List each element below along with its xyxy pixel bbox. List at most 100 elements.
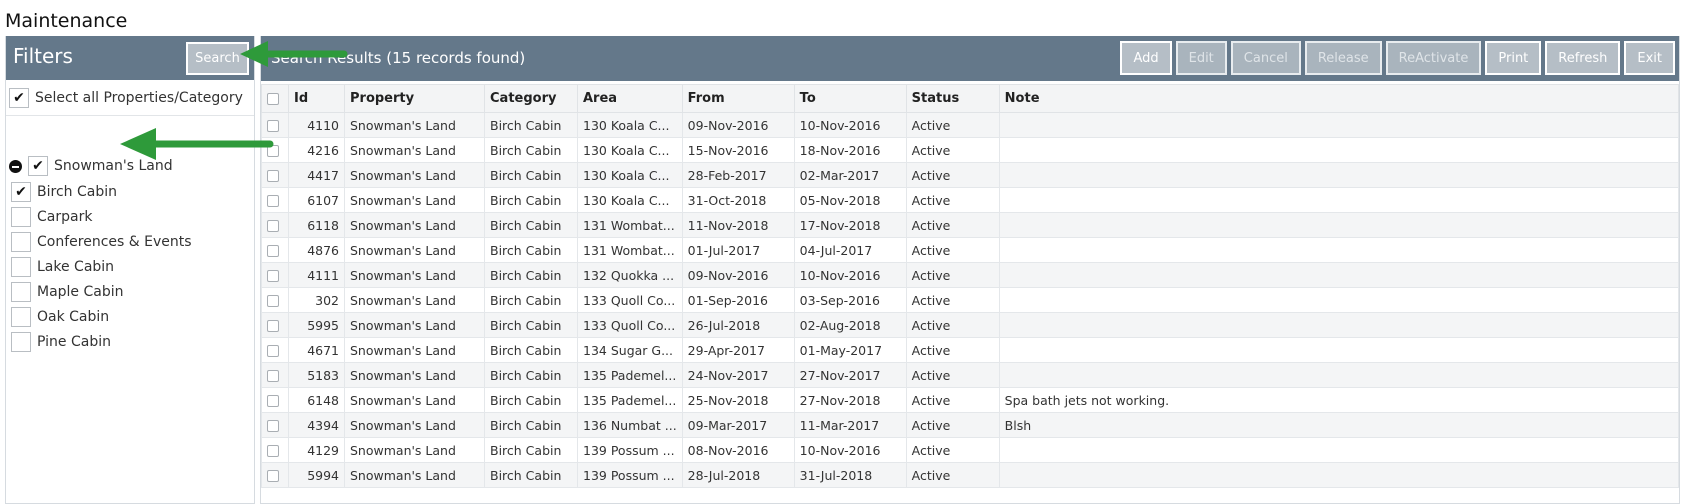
- table-row[interactable]: 5183 Snowman's Land Birch Cabin 135 Pademel…: [261, 362, 1680, 388]
- cell-id: 6148: [288, 387, 345, 413]
- tree-root-snowmans-land[interactable]: ✔ Snowman's Land: [9, 154, 173, 178]
- collapse-icon[interactable]: [9, 159, 22, 173]
- column-header-to[interactable]: To: [793, 84, 907, 113]
- column-header-property[interactable]: Property: [344, 84, 485, 113]
- tree-child-item[interactable]: Pine Cabin: [11, 329, 192, 354]
- table-row[interactable]: 4417 Snowman's Land Birch Cabin 130 Koala C…: [261, 162, 1680, 188]
- column-header-note[interactable]: Note: [998, 84, 1680, 113]
- table-row[interactable]: 6107 Snowman's Land Birch Cabin 130 Koala C…: [261, 187, 1680, 213]
- table-row[interactable]: 4394 Snowman's Land Birch Cabin 136 Numbat …: [261, 412, 1680, 438]
- select-all-checkbox[interactable]: ✔: [9, 88, 29, 108]
- row-select-cell[interactable]: [261, 162, 289, 188]
- tree-child-label: Oak Cabin: [37, 308, 110, 325]
- snowmans-land-checkbox[interactable]: ✔: [28, 156, 48, 176]
- print-button[interactable]: Print: [1485, 41, 1542, 75]
- cell-area: 135 Pademel...: [577, 362, 683, 388]
- row-checkbox[interactable]: [267, 270, 279, 282]
- release-button[interactable]: Release: [1304, 41, 1382, 75]
- row-select-cell[interactable]: [261, 312, 289, 338]
- row-select-cell[interactable]: [261, 262, 289, 288]
- cell-to: 27-Nov-2017: [793, 362, 907, 388]
- tree-child-checkbox[interactable]: [11, 256, 31, 277]
- row-select-cell[interactable]: [261, 412, 289, 438]
- row-select-cell[interactable]: [261, 137, 289, 163]
- reactivate-button[interactable]: ReActivate: [1385, 41, 1482, 75]
- row-checkbox[interactable]: [267, 470, 279, 482]
- row-checkbox[interactable]: [267, 395, 279, 407]
- table-row[interactable]: 5995 Snowman's Land Birch Cabin 133 Quoll C…: [261, 312, 1680, 338]
- tree-child-item[interactable]: ✔ Birch Cabin: [11, 179, 192, 204]
- row-select-cell[interactable]: [261, 287, 289, 313]
- table-row[interactable]: 4876 Snowman's Land Birch Cabin 131 Wombat.…: [261, 237, 1680, 263]
- row-checkbox[interactable]: [267, 370, 279, 382]
- tree-child-checkbox[interactable]: ✔: [11, 181, 31, 202]
- cell-property: Snowman's Land: [344, 287, 485, 313]
- row-checkbox[interactable]: [267, 345, 279, 357]
- row-checkbox[interactable]: [267, 295, 279, 307]
- table-row[interactable]: 5994 Snowman's Land Birch Cabin 139 Possum …: [261, 462, 1680, 488]
- tree-child-checkbox[interactable]: [11, 281, 31, 302]
- cell-note: [998, 462, 1680, 488]
- column-header-category[interactable]: Category: [484, 84, 578, 113]
- refresh-button[interactable]: Refresh: [1545, 41, 1621, 75]
- row-select-cell[interactable]: [261, 437, 289, 463]
- select-all-rows-checkbox[interactable]: [267, 92, 279, 105]
- tree-child-item[interactable]: Conferences & Events: [11, 229, 192, 254]
- row-checkbox[interactable]: [267, 145, 279, 157]
- tree-child-item[interactable]: Carpark: [11, 204, 192, 229]
- row-select-cell[interactable]: [261, 362, 289, 388]
- cell-note: [998, 137, 1680, 163]
- table-row[interactable]: 4129 Snowman's Land Birch Cabin 139 Possum …: [261, 437, 1680, 463]
- tree-child-item[interactable]: Lake Cabin: [11, 254, 192, 279]
- edit-button[interactable]: Edit: [1175, 41, 1227, 75]
- select-all-row[interactable]: ✔ Select all Properties/Category: [9, 87, 243, 109]
- cell-note: [998, 112, 1680, 138]
- column-header-status[interactable]: Status: [905, 84, 1000, 113]
- row-select-cell[interactable]: [261, 187, 289, 213]
- cell-from: 28-Jul-2018: [681, 462, 795, 488]
- row-select-cell[interactable]: [261, 337, 289, 363]
- table-row[interactable]: 6118 Snowman's Land Birch Cabin 131 Wombat.…: [261, 212, 1680, 238]
- cell-area: 135 Pademel...: [577, 387, 683, 413]
- table-row[interactable]: 4671 Snowman's Land Birch Cabin 134 Sugar G…: [261, 337, 1680, 363]
- column-header-from[interactable]: From: [681, 84, 795, 113]
- select-all-rows-cell[interactable]: [261, 84, 289, 113]
- table-row[interactable]: 302 Snowman's Land Birch Cabin 133 Quoll Co…: [261, 287, 1680, 313]
- table-header-row: Id Property Category Area From To Status…: [261, 84, 1680, 113]
- row-select-cell[interactable]: [261, 212, 289, 238]
- cancel-button[interactable]: Cancel: [1230, 41, 1301, 75]
- row-checkbox[interactable]: [267, 320, 279, 332]
- cell-status: Active: [905, 337, 1000, 363]
- row-select-cell[interactable]: [261, 387, 289, 413]
- table-row[interactable]: 4216 Snowman's Land Birch Cabin 130 Koala C…: [261, 137, 1680, 163]
- row-select-cell[interactable]: [261, 112, 289, 138]
- row-checkbox[interactable]: [267, 120, 279, 132]
- tree-child-item[interactable]: Maple Cabin: [11, 279, 192, 304]
- column-header-id[interactable]: Id: [288, 84, 345, 113]
- exit-button[interactable]: Exit: [1624, 41, 1675, 75]
- cell-category: Birch Cabin: [484, 162, 578, 188]
- row-checkbox[interactable]: [267, 445, 279, 457]
- row-checkbox[interactable]: [267, 220, 279, 232]
- table-row[interactable]: 4111 Snowman's Land Birch Cabin 132 Quokka …: [261, 262, 1680, 288]
- cell-area: 139 Possum ...: [577, 437, 683, 463]
- row-select-cell[interactable]: [261, 462, 289, 488]
- row-checkbox[interactable]: [267, 420, 279, 432]
- row-checkbox[interactable]: [267, 170, 279, 182]
- checkmark-icon: ✔: [15, 183, 27, 200]
- search-button[interactable]: Search: [186, 42, 249, 75]
- tree-child-checkbox[interactable]: [11, 331, 31, 352]
- row-checkbox[interactable]: [267, 245, 279, 257]
- column-header-area[interactable]: Area: [577, 84, 683, 113]
- tree-child-item[interactable]: Oak Cabin: [11, 304, 192, 329]
- row-checkbox[interactable]: [267, 195, 279, 207]
- table-row[interactable]: 4110 Snowman's Land Birch Cabin 130 Koala C…: [261, 112, 1680, 138]
- tree-child-checkbox[interactable]: [11, 306, 31, 327]
- tree-child-checkbox[interactable]: [11, 231, 31, 252]
- add-button[interactable]: Add: [1120, 41, 1172, 75]
- cell-status: Active: [905, 237, 1000, 263]
- tree-child-checkbox[interactable]: [11, 206, 31, 227]
- table-row[interactable]: 6148 Snowman's Land Birch Cabin 135 Pademel…: [261, 387, 1680, 413]
- row-select-cell[interactable]: [261, 237, 289, 263]
- cell-area: 130 Koala C...: [577, 187, 683, 213]
